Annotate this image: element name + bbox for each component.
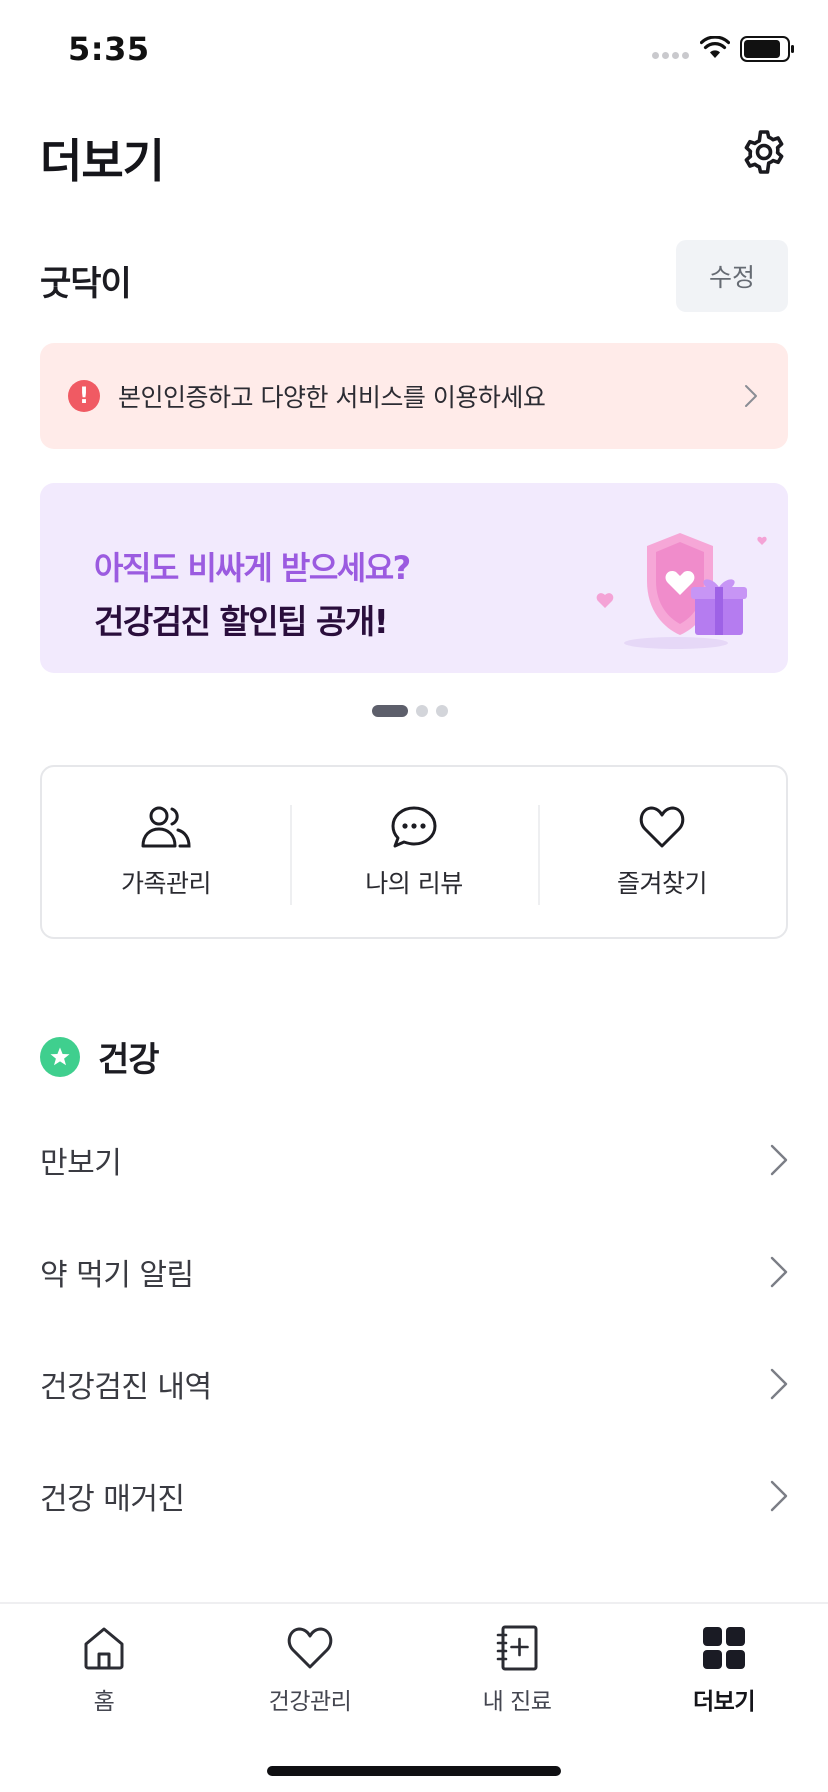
tab-label: 건강관리: [268, 1689, 352, 1715]
quick-item-label: 나의 리뷰: [365, 869, 463, 898]
tab-health-management[interactable]: 건강관리: [230, 1624, 390, 1716]
section-title: 건강: [98, 1040, 160, 1080]
heart-icon: [639, 806, 685, 848]
tab-more[interactable]: 더보기: [644, 1624, 804, 1716]
menu-item-health-magazine[interactable]: 건강 매거진: [0, 1440, 828, 1552]
menu-item-label: 건강검진 내역: [40, 1370, 212, 1405]
chevron-right-icon: [770, 1480, 788, 1512]
identity-verification-banner[interactable]: ! 본인인증하고 다양한 서비스를 이용하세요: [40, 343, 788, 449]
shield-gift-illustration: [596, 533, 767, 649]
home-icon: [84, 1627, 124, 1670]
tab-my-treatment[interactable]: 내 진료: [437, 1624, 597, 1716]
gear-icon: [744, 130, 784, 174]
cellular-signal-icon: [652, 52, 689, 59]
family-icon: [141, 806, 191, 848]
menu-item-pedometer[interactable]: 만보기: [0, 1104, 828, 1216]
page-indicator-active: [372, 705, 408, 717]
promo-banner[interactable]: 아직도 비싸게 받으세요? 건강검진 할인팁 공개!: [40, 483, 788, 673]
quick-item-label: 가족관리: [120, 869, 212, 898]
status-time: 5:35: [68, 30, 150, 68]
health-menu-list: 만보기 약 먹기 알림 건강검진 내역 건강 매거진: [0, 1104, 828, 1552]
quick-item-reviews[interactable]: 나의 리뷰: [290, 767, 538, 937]
health-section-header: 건강: [40, 1032, 160, 1081]
star-icon: [40, 1036, 80, 1077]
page-title: 더보기: [40, 134, 165, 188]
tab-home[interactable]: 홈: [24, 1624, 184, 1716]
menu-item-label: 건강 매거진: [40, 1482, 185, 1517]
menu-item-label: 약 먹기 알림: [40, 1258, 194, 1293]
menu-item-label: 만보기: [40, 1146, 122, 1181]
wifi-icon: [700, 36, 730, 58]
promo-pagination: [372, 705, 448, 717]
tab-label: 내 진료: [482, 1689, 552, 1715]
notebook-plus-icon: [496, 1625, 538, 1671]
edit-profile-button[interactable]: 수정: [676, 240, 788, 312]
status-bar: 5:35: [0, 0, 828, 100]
grid-icon: [703, 1627, 745, 1669]
chevron-right-icon: [770, 1144, 788, 1176]
tab-label: 더보기: [693, 1689, 755, 1715]
home-indicator[interactable]: [267, 1766, 561, 1776]
page-indicator: [436, 705, 448, 717]
verify-banner-text: 본인인증하고 다양한 서비스를 이용하세요: [118, 383, 546, 412]
chat-bubble-icon: [391, 806, 437, 848]
promo-title: 건강검진 할인팁 공개!: [94, 602, 389, 641]
battery-icon: [740, 36, 794, 62]
page-indicator: [416, 705, 428, 717]
chevron-right-icon: [770, 1256, 788, 1288]
menu-item-checkup-history[interactable]: 건강검진 내역: [0, 1328, 828, 1440]
heart-icon: [287, 1627, 333, 1669]
tab-label: 홈: [93, 1689, 115, 1715]
chevron-right-icon: [770, 1368, 788, 1400]
quick-item-label: 즐겨찾기: [616, 869, 708, 898]
menu-item-medication-reminder[interactable]: 약 먹기 알림: [0, 1216, 828, 1328]
quick-item-family[interactable]: 가족관리: [42, 767, 290, 937]
promo-subtitle: 아직도 비싸게 받으세요?: [94, 549, 411, 587]
chevron-right-icon: [745, 385, 757, 407]
settings-button[interactable]: [740, 128, 788, 176]
quick-item-favorites[interactable]: 즐겨찾기: [538, 767, 786, 937]
bottom-tab-bar: 홈 건강관리 내 진료 더보기: [0, 1602, 828, 1792]
exclamation-icon: !: [68, 380, 100, 412]
quick-menu: 가족관리 나의 리뷰 즐겨찾기: [40, 765, 788, 939]
profile-name: 굿닥이: [40, 264, 132, 304]
